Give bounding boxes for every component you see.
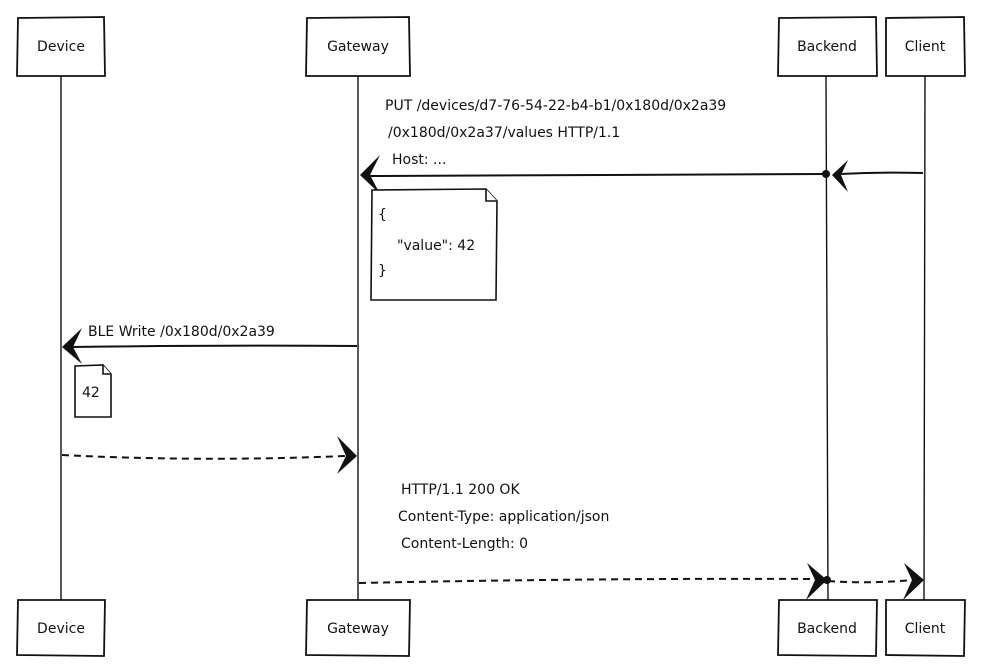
message-label-line: Content-Length: 0 [401, 536, 528, 552]
arrow-line [358, 577, 816, 584]
arrowhead-icon [832, 160, 848, 192]
message-ble-write: BLE Write /0x180d/0x2a39 [62, 324, 358, 364]
participant-label: Client [905, 39, 946, 55]
note-json-body: { "value": 42 } [370, 188, 498, 301]
participant-gateway-bottom[interactable]: Gateway [305, 599, 411, 657]
participant-device-top[interactable]: Device [16, 16, 106, 77]
participant-label: Backend [797, 621, 857, 637]
participant-label: Gateway [327, 621, 389, 637]
note-line: } [378, 263, 387, 279]
message-label-line: Host: ... [392, 152, 446, 168]
participant-backend-top[interactable]: Backend [777, 16, 878, 77]
participant-gateway-top[interactable]: Gateway [305, 16, 411, 77]
arrowhead-icon [360, 155, 380, 194]
participant-client-bottom[interactable]: Client [885, 599, 966, 657]
junction-dot-icon [823, 576, 831, 584]
participant-backend-bottom[interactable]: Backend [777, 599, 878, 657]
message-put-request: PUT /devices/d7-76-54-22-b4-b1/0x180d/0x… [360, 98, 924, 194]
participant-device-bottom[interactable]: Device [16, 599, 106, 657]
arrow-line [367, 173, 827, 177]
message-label-line: /0x180d/0x2a37/values HTTP/1.1 [388, 125, 620, 141]
sequence-diagram: Device Gateway Backend Client Device Gat… [16, 16, 966, 657]
participant-label: Device [37, 39, 85, 55]
arrow-line [839, 171, 924, 175]
arrow-line [71, 344, 358, 348]
lifeline-backend [825, 75, 829, 601]
message-label-line: PUT /devices/d7-76-54-22-b4-b1/0x180d/0x… [385, 98, 726, 114]
arrowhead-icon [337, 436, 357, 474]
message-label-line: HTTP/1.1 200 OK [401, 482, 520, 498]
message-label-line: BLE Write /0x180d/0x2a39 [88, 324, 275, 340]
arrow-line [827, 579, 913, 584]
note-line: "value": 42 [397, 238, 475, 254]
message-http-response: HTTP/1.1 200 OK Content-Type: applicatio… [358, 482, 924, 600]
note-line: { [378, 207, 387, 223]
participant-label: Gateway [327, 39, 389, 55]
note-value: 42 [74, 364, 112, 418]
participant-label: Backend [797, 39, 857, 55]
lifeline-client [923, 75, 926, 601]
arrow-line [61, 454, 346, 460]
participant-label: Device [37, 621, 85, 637]
note-line: 42 [82, 385, 100, 401]
message-ble-response [61, 436, 357, 474]
participant-label: Client [905, 621, 946, 637]
participant-client-top[interactable]: Client [885, 16, 966, 77]
message-label-line: Content-Type: application/json [398, 509, 609, 525]
